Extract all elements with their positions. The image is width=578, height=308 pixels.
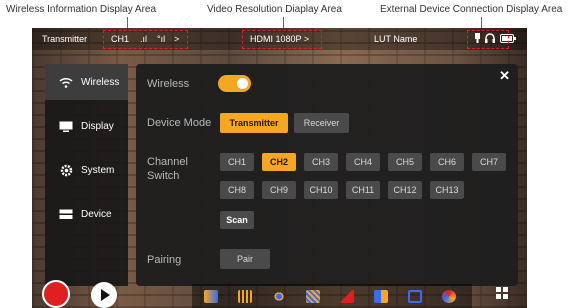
record-button[interactable] [42,280,70,308]
play-icon [101,289,110,301]
sidebar-label-device: Device [81,208,112,220]
toggle-knob [237,78,248,89]
channel-button-ch8[interactable]: CH8 [220,181,254,199]
channel-button-ch4[interactable]: CH4 [346,153,380,171]
receiver-button[interactable]: Receiver [294,113,349,133]
channel-switch-label-line2: Switch [147,170,180,182]
mode-status: Transmitter [42,34,88,44]
scan-button[interactable]: Scan [220,211,254,229]
channel-button-ch3[interactable]: CH3 [304,153,338,171]
settings-sidebar: Wireless Display System Device [45,64,128,286]
display-icon [59,120,73,132]
sidebar-item-wireless[interactable]: Wireless [45,64,128,100]
device-icon [59,208,73,220]
channel-switch-label-line1: Channel [147,156,188,168]
pairing-label: Pairing [147,254,182,266]
wireless-info-highlight [103,30,188,49]
tool-bar [192,284,472,308]
channel-button-ch10[interactable]: CH10 [304,181,338,199]
sidebar-item-system[interactable]: System [45,152,128,188]
channel-button-ch9[interactable]: CH9 [262,181,296,199]
wireless-label: Wireless [147,78,190,90]
play-button[interactable] [91,282,117,308]
frame-guide-tool-icon[interactable] [408,290,422,303]
sidebar-label-system: System [81,164,115,176]
color-tool-icon[interactable] [442,290,456,303]
channel-button-ch7[interactable]: CH7 [472,153,506,171]
wireless-settings-panel: ✕ Wireless Device Mode Transmitter Recei… [136,64,518,286]
waveform-tool-icon[interactable] [204,290,218,303]
wireless-area-annotation: Wireless Information Display Area [6,4,157,15]
channel-button-ch1[interactable]: CH1 [220,153,254,171]
false-color-tool-icon[interactable] [374,290,388,303]
sidebar-item-device[interactable]: Device [45,196,128,232]
channel-button-ch13[interactable]: CH13 [430,181,464,199]
grid-menu-icon[interactable] [496,286,508,299]
lut-name[interactable]: LUT Name [374,34,417,44]
wireless-toggle[interactable] [218,75,251,92]
transmitter-button[interactable]: Transmitter [220,113,288,133]
vectorscope-tool-icon[interactable] [272,290,286,303]
focus-peaking-tool-icon[interactable] [340,290,354,303]
sidebar-item-display[interactable]: Display [45,108,128,144]
sidebar-label-display: Display [81,120,114,132]
channel-button-ch12[interactable]: CH12 [388,181,422,199]
channel-button-ch5[interactable]: CH5 [388,153,422,171]
video-resolution-highlight [242,30,322,49]
external-area-annotation: External Device Connection Display Area [380,4,563,15]
monitor-screen: Transmitter CH1 .ıl °ıl > HDMI 1080P > L… [32,28,527,308]
close-button[interactable]: ✕ [499,68,510,84]
video-area-annotation: Video Resolution Diaplay Area [207,4,342,15]
sidebar-label-wireless: Wireless [81,76,120,88]
pair-button[interactable]: Pair [220,249,270,269]
gear-icon [59,164,73,176]
histogram-tool-icon[interactable] [238,290,252,303]
channel-button-ch2[interactable]: CH2 [262,153,296,171]
wifi-icon [59,76,73,88]
channel-button-ch11[interactable]: CH11 [346,181,380,199]
zebra-tool-icon[interactable] [306,290,320,303]
device-mode-label: Device Mode [147,117,212,129]
external-device-highlight [467,30,509,49]
channel-button-ch6[interactable]: CH6 [430,153,464,171]
